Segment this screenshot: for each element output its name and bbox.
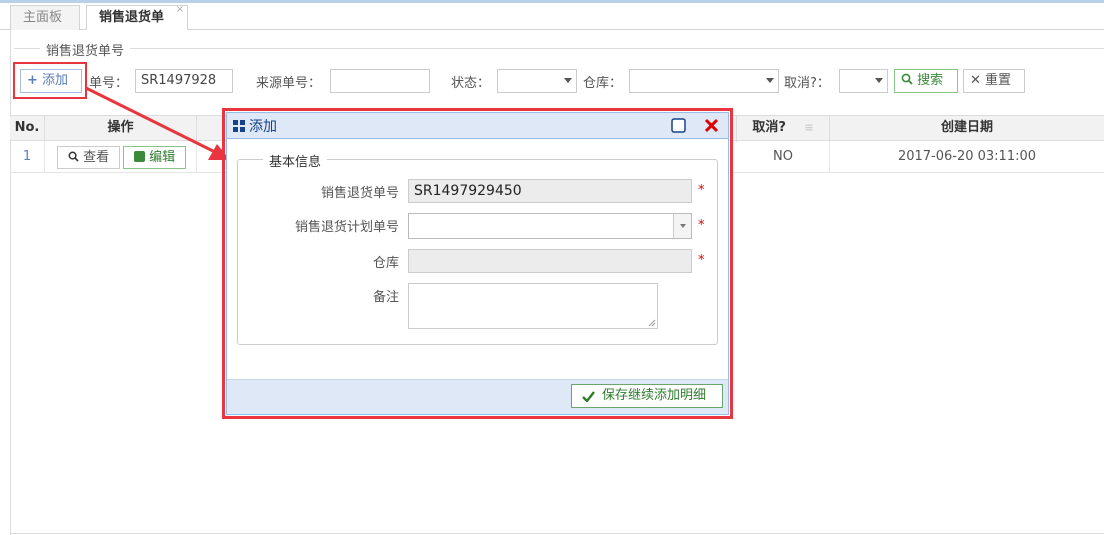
required-mark: *	[698, 218, 705, 233]
resize-handle-icon[interactable]	[648, 319, 656, 327]
save-continue-label: 保存继续添加明细	[602, 388, 707, 403]
dialog-header: 添加	[227, 113, 728, 139]
required-mark: *	[698, 253, 705, 268]
dropdown-button[interactable]	[673, 214, 691, 238]
remark-label: 备注	[372, 290, 399, 305]
close-icon[interactable]	[704, 118, 719, 133]
add-dialog: 添加 基本信息 销售退货单号 SR1497929450 * 销售退货计划单号 *…	[226, 112, 729, 415]
maximize-icon[interactable]	[671, 118, 686, 133]
return-no-label: 销售退货单号	[320, 186, 399, 201]
warehouse-input[interactable]	[408, 249, 692, 273]
basic-info-legend: 基本信息	[263, 151, 328, 170]
grid-app-icon	[233, 120, 245, 132]
check-icon	[582, 391, 595, 402]
save-continue-button[interactable]: 保存继续添加明细	[571, 384, 723, 408]
warehouse-field-label: 仓库	[372, 256, 399, 271]
dialog-title: 添加	[249, 119, 277, 135]
return-no-input[interactable]: SR1497929450	[408, 179, 692, 203]
remark-textarea[interactable]	[408, 283, 658, 329]
plan-no-label: 销售退货计划单号	[294, 220, 399, 235]
chevron-down-icon	[680, 224, 686, 228]
plan-no-select[interactable]	[408, 213, 692, 239]
required-mark: *	[698, 183, 705, 198]
